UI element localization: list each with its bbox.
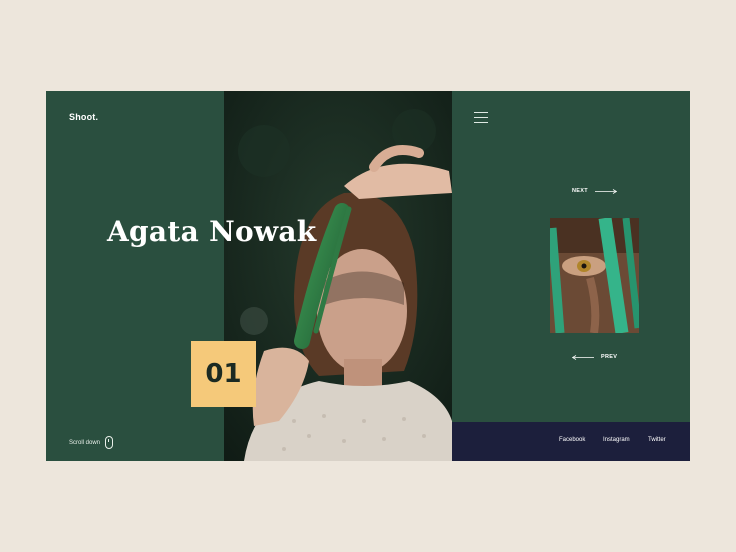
prev-button[interactable]: PREV bbox=[572, 354, 617, 360]
prev-label: PREV bbox=[601, 354, 618, 360]
hamburger-menu-icon[interactable] bbox=[474, 112, 488, 124]
right-panel: NEXT PREV Facebook Instagram Twitter bbox=[452, 91, 690, 461]
brand-logo[interactable]: Shoot. bbox=[69, 112, 98, 122]
mouse-scroll-icon bbox=[105, 436, 114, 449]
next-label: NEXT bbox=[572, 188, 588, 194]
landing-frame: Shoot. Scroll down Agata Nowak 01 NEXT P… bbox=[46, 91, 690, 461]
arrow-left-icon bbox=[572, 354, 594, 360]
facebook-link[interactable]: Facebook bbox=[559, 437, 585, 443]
scroll-down-button[interactable]: Scroll down bbox=[69, 436, 114, 449]
next-slide-thumbnail[interactable] bbox=[550, 218, 639, 333]
hero-name: Agata Nowak bbox=[107, 215, 317, 248]
social-footer: Facebook Instagram Twitter bbox=[452, 422, 690, 461]
arrow-right-icon bbox=[594, 188, 617, 194]
scroll-down-label: Scroll down bbox=[69, 439, 101, 446]
slide-number: 01 bbox=[205, 359, 242, 389]
portrait-illustration bbox=[224, 91, 452, 461]
next-button[interactable]: NEXT bbox=[572, 188, 617, 194]
instagram-link[interactable]: Instagram bbox=[603, 437, 630, 443]
thumbnail-image bbox=[550, 218, 639, 333]
twitter-link[interactable]: Twitter bbox=[648, 437, 666, 443]
hero-photo bbox=[224, 91, 452, 461]
slide-number-badge: 01 bbox=[191, 341, 256, 407]
